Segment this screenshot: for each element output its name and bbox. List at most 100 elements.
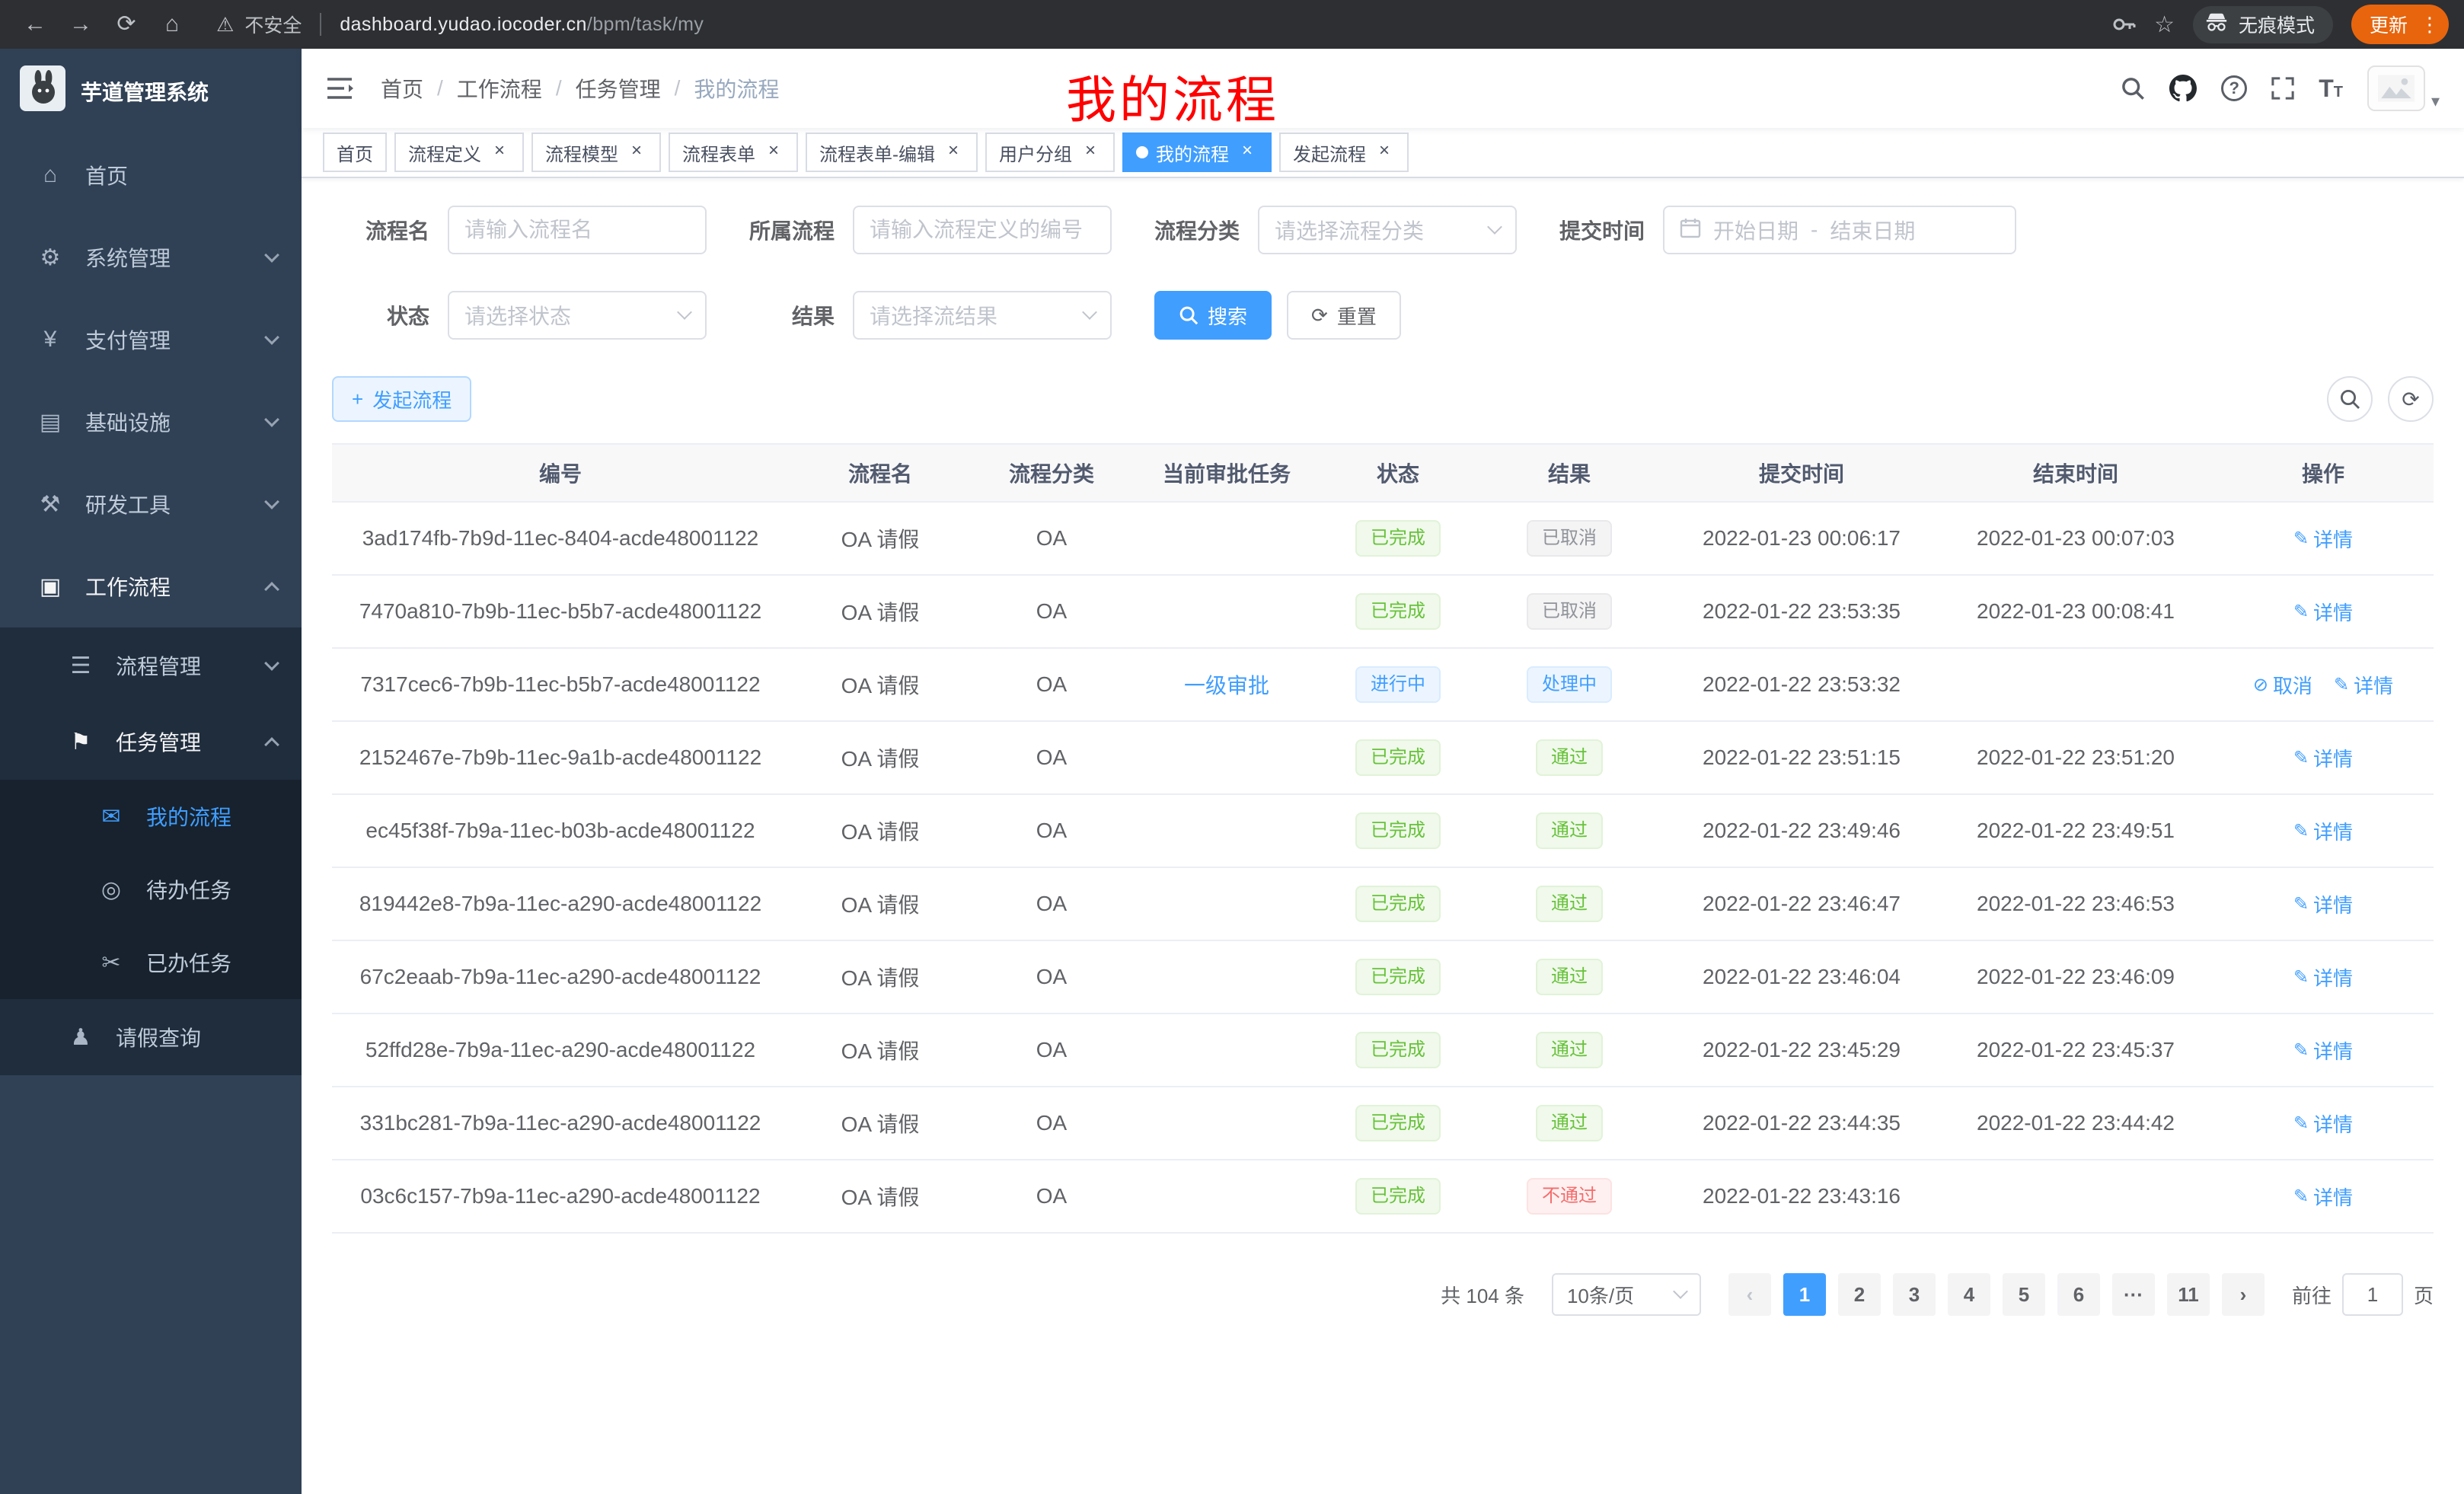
- sidebar-item-infrastructure[interactable]: ▤基础设施: [0, 381, 302, 463]
- detail-action-link[interactable]: ✎详情: [2293, 817, 2353, 845]
- detail-action-link[interactable]: ✎详情: [2293, 890, 2353, 918]
- sidebar-item-home[interactable]: ⌂首页: [0, 134, 302, 216]
- tab-7[interactable]: 发起流程×: [1279, 132, 1409, 172]
- breadcrumb-item-workflow[interactable]: 工作流程: [457, 73, 542, 104]
- create-process-button[interactable]: + 发起流程: [332, 376, 471, 422]
- process-name-input[interactable]: [464, 218, 690, 242]
- user-menu[interactable]: ▾: [2367, 65, 2440, 111]
- sidebar-item-label: 首页: [85, 160, 277, 190]
- browser-home-icon[interactable]: ⌂: [152, 6, 192, 43]
- logo-title: 芋道管理系统: [81, 76, 209, 107]
- sidebar-item-leave-query[interactable]: ♟请假查询: [0, 999, 302, 1075]
- detail-action-link[interactable]: ✎详情: [2293, 1036, 2353, 1065]
- toggle-search-button[interactable]: [2327, 376, 2373, 422]
- cell-end-time: 2022-01-22 23:46:09: [1939, 940, 2213, 1014]
- result-badge: 通过: [1536, 1032, 1603, 1068]
- detail-action-link[interactable]: ✎详情: [2293, 525, 2353, 553]
- sidebar-item-todo-task[interactable]: ◎待办任务: [0, 853, 302, 926]
- font-size-icon[interactable]: TT: [2319, 75, 2343, 103]
- tab-0[interactable]: 首页: [323, 132, 387, 172]
- logo[interactable]: 芋道管理系统: [0, 49, 302, 134]
- create-process-label: 发起流程: [372, 385, 452, 413]
- incognito-label: 无痕模式: [2239, 11, 2315, 38]
- tab-6[interactable]: 我的流程×: [1122, 132, 1272, 172]
- page-button-2[interactable]: 2: [1838, 1273, 1881, 1316]
- result-badge: 处理中: [1527, 666, 1612, 703]
- cell-end-time: 2022-01-22 23:51:20: [1939, 721, 2213, 794]
- address-bar[interactable]: ⚠ 不安全 dashboard.yudao.iocoder.cn/bpm/tas…: [192, 11, 2111, 38]
- sidebar-item-system[interactable]: ⚙系统管理: [0, 216, 302, 298]
- close-icon[interactable]: ×: [489, 142, 510, 163]
- chevron-up-icon: [264, 582, 279, 597]
- help-icon[interactable]: ?: [2221, 75, 2247, 101]
- tab-4[interactable]: 流程表单-编辑×: [806, 132, 978, 172]
- close-icon[interactable]: ×: [1374, 142, 1395, 163]
- cell-current-task: [1131, 721, 1322, 794]
- tab-5[interactable]: 用户分组×: [985, 132, 1115, 172]
- close-icon[interactable]: ×: [1080, 142, 1101, 163]
- github-icon[interactable]: [2169, 75, 2197, 102]
- next-page-button[interactable]: ›: [2222, 1273, 2265, 1316]
- close-icon[interactable]: ×: [626, 142, 647, 163]
- browser-menu-dots-icon[interactable]: ⋮: [2420, 13, 2440, 37]
- submit-time-range-picker[interactable]: 开始日期 - 结束日期: [1663, 206, 2016, 254]
- sidebar-item-task-manage[interactable]: ⚑任务管理: [0, 704, 302, 780]
- more-pages-button[interactable]: ···: [2112, 1273, 2155, 1316]
- reload-icon[interactable]: ⟳: [107, 6, 146, 43]
- sidebar-item-my-process[interactable]: ✉我的流程: [0, 780, 302, 853]
- forward-icon[interactable]: →: [61, 6, 101, 43]
- content: 流程名 所属流程 流程分类 请选择流程分类: [302, 178, 2464, 1494]
- cell-category: OA: [972, 867, 1131, 940]
- detail-action-link[interactable]: ✎详情: [2293, 963, 2353, 991]
- category-select[interactable]: 请选择流程分类: [1258, 206, 1517, 254]
- sidebar-item-label: 已办任务: [146, 947, 277, 978]
- page-size-select[interactable]: 10条/页: [1552, 1273, 1701, 1316]
- tab-2[interactable]: 流程模型×: [531, 132, 661, 172]
- back-icon[interactable]: ←: [15, 6, 55, 43]
- goto-page-input[interactable]: [2342, 1273, 2403, 1316]
- page-button-3[interactable]: 3: [1893, 1273, 1936, 1316]
- prev-page-button[interactable]: ‹: [1728, 1273, 1771, 1316]
- sidebar-item-done-task[interactable]: ✂已办任务: [0, 926, 302, 999]
- detail-action-link[interactable]: ✎详情: [2293, 598, 2353, 626]
- page-button-6[interactable]: 6: [2057, 1273, 2100, 1316]
- page-button-11[interactable]: 11: [2167, 1273, 2210, 1316]
- refresh-table-button[interactable]: ⟳: [2388, 376, 2434, 422]
- detail-action-link[interactable]: ✎详情: [2293, 1183, 2353, 1211]
- status-badge: 已完成: [1355, 520, 1441, 557]
- tab-1[interactable]: 流程定义×: [394, 132, 524, 172]
- breadcrumb-item-task-manage[interactable]: 任务管理: [576, 73, 661, 104]
- status-select[interactable]: 请选择状态: [448, 291, 707, 340]
- page-button-1[interactable]: 1: [1783, 1273, 1826, 1316]
- detail-action-link[interactable]: ✎详情: [2334, 671, 2393, 699]
- sidebar-item-payment[interactable]: ¥支付管理: [0, 298, 302, 381]
- search-icon[interactable]: [2121, 76, 2145, 101]
- fullscreen-icon[interactable]: [2271, 77, 2294, 100]
- page-button-4[interactable]: 4: [1948, 1273, 1990, 1316]
- tab-3[interactable]: 流程表单×: [669, 132, 798, 172]
- owner-process-input[interactable]: [870, 218, 1095, 242]
- close-icon[interactable]: ×: [763, 142, 784, 163]
- hamburger-icon[interactable]: [326, 76, 353, 101]
- reset-button[interactable]: ⟳ 重置: [1287, 291, 1401, 340]
- cancel-action-link[interactable]: ⊘取消: [2253, 671, 2312, 699]
- current-task-link[interactable]: 一级审批: [1184, 674, 1269, 698]
- browser-update-button[interactable]: 更新 ⋮: [2351, 5, 2449, 44]
- bookmark-star-icon[interactable]: ☆: [2154, 11, 2175, 38]
- search-button[interactable]: 搜索: [1154, 291, 1272, 340]
- column-header: 流程名: [789, 444, 972, 502]
- breadcrumb-item-home[interactable]: 首页: [381, 73, 423, 104]
- edit-icon: ✎: [2293, 1186, 2309, 1208]
- action-label: 详情: [2313, 817, 2353, 845]
- detail-action-link[interactable]: ✎详情: [2293, 744, 2353, 772]
- close-icon[interactable]: ×: [1237, 142, 1258, 163]
- sidebar-item-process-manage[interactable]: ☰流程管理: [0, 627, 302, 704]
- detail-action-link[interactable]: ✎详情: [2293, 1109, 2353, 1138]
- page-button-5[interactable]: 5: [2003, 1273, 2045, 1316]
- end-date-placeholder: 结束日期: [1830, 215, 1915, 245]
- password-key-icon[interactable]: [2111, 12, 2136, 37]
- sidebar-item-workflow[interactable]: ▣工作流程: [0, 545, 302, 627]
- sidebar-item-devtools[interactable]: ⚒研发工具: [0, 463, 302, 545]
- result-select[interactable]: 请选择流结果: [853, 291, 1112, 340]
- close-icon[interactable]: ×: [943, 142, 964, 163]
